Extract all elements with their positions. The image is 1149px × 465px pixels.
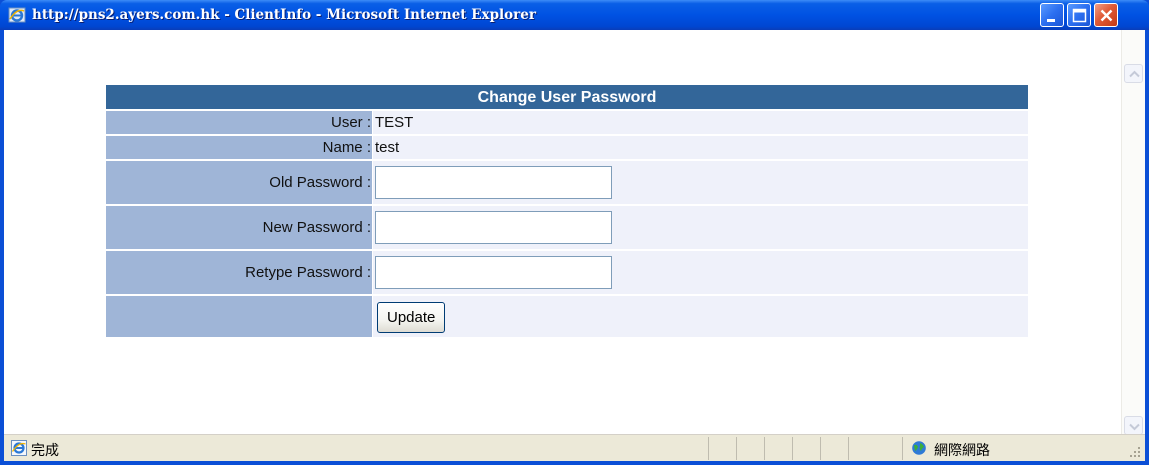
ie-icon (8, 6, 26, 24)
name-row: Name : test (106, 136, 1028, 161)
status-pane-divider (792, 437, 793, 460)
ie-page-icon (10, 439, 28, 457)
status-pane-divider (764, 437, 765, 460)
globe-icon (911, 440, 927, 456)
chevron-up-icon (1129, 70, 1140, 78)
new-password-row: New Password : (106, 206, 1028, 251)
retype-password-row: Retype Password : (106, 251, 1028, 296)
window-border-bottom (0, 461, 1149, 465)
retype-password-label: Retype Password : (106, 251, 373, 294)
status-pane-divider (736, 437, 737, 460)
button-row: Update (106, 296, 1028, 339)
old-password-label: Old Password : (106, 161, 373, 204)
maximize-button[interactable] (1067, 3, 1091, 27)
maximize-icon (1072, 8, 1087, 23)
title-bar[interactable]: http://pns2.ayers.com.hk - ClientInfo - … (0, 0, 1149, 30)
vertical-scrollbar[interactable] (1121, 30, 1145, 435)
status-text: 完成 (31, 442, 59, 458)
update-button[interactable]: Update (377, 302, 446, 333)
old-password-input[interactable] (375, 166, 612, 199)
status-pane-divider (848, 437, 849, 460)
name-label: Name : (106, 136, 373, 159)
user-value: TEST (373, 111, 1028, 134)
close-button[interactable] (1094, 3, 1118, 27)
security-zone-text: 網際網路 (934, 442, 990, 458)
button-row-label (106, 296, 373, 337)
browser-window: http://pns2.ayers.com.hk - ClientInfo - … (0, 0, 1149, 465)
status-bar: 完成 網際網路 (4, 434, 1145, 461)
status-pane-divider (902, 437, 903, 460)
form-title: Change User Password (106, 85, 1028, 111)
resize-grip-icon[interactable] (1126, 443, 1142, 459)
user-label: User : (106, 111, 373, 134)
close-icon (1100, 9, 1113, 22)
status-pane-divider (708, 437, 709, 460)
window-title: http://pns2.ayers.com.hk - ClientInfo - … (32, 7, 536, 23)
new-password-input[interactable] (375, 211, 612, 244)
window-border-right (1145, 30, 1149, 465)
minimize-button[interactable] (1040, 3, 1064, 27)
name-value: test (373, 136, 1028, 159)
retype-password-input[interactable] (375, 256, 612, 289)
old-password-row: Old Password : (106, 161, 1028, 206)
status-pane-divider (820, 437, 821, 460)
page-content: Change User Password User : TEST Name : … (4, 30, 1145, 435)
scroll-up-button[interactable] (1124, 64, 1143, 83)
change-password-form: Change User Password User : TEST Name : … (106, 85, 1028, 339)
minimize-icon (1047, 19, 1055, 22)
user-row: User : TEST (106, 111, 1028, 136)
new-password-label: New Password : (106, 206, 373, 249)
scroll-down-button[interactable] (1124, 416, 1143, 435)
